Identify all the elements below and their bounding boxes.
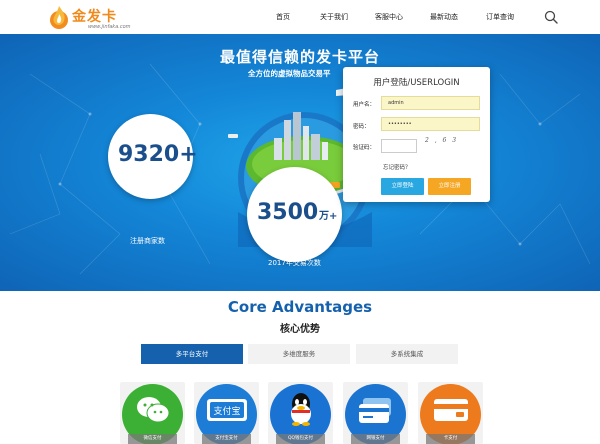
hero-banner: 最值得信赖的发卡平台 全方位的虚拟物品交易平 9320+ 注册商家数 3500 … [0,34,600,291]
captcha-image[interactable]: 2 , 6 3 [425,137,465,153]
password-input[interactable]: •••••••• [381,117,480,131]
alipay-icon: 支付宝 [207,399,247,421]
payment-card-bank[interactable]: 网银支付 [343,382,408,444]
register-button[interactable]: 立即注册 [428,178,471,195]
merchant-stat-circle: 9320+ [108,114,198,199]
nav-home[interactable]: 首页 [276,12,290,22]
transaction-count: 3500 [257,200,319,225]
nav-news[interactable]: 最新动态 [430,12,458,22]
core-subtitle: 核心优势 [280,324,320,335]
payment-label-card: 卡支付 [426,434,475,444]
hero-subtitle: 全方位的虚拟物品交易平 [248,69,331,78]
wechat-icon [137,397,170,423]
payment-card-card[interactable]: 卡支付 [418,382,483,444]
svg-text:支付宝: 支付宝 [213,405,240,417]
payment-card-qq[interactable]: QQ钱包支付 [268,382,333,444]
header: 金发卡 www.jinfaka.com 首页 关于我们 客服中心 最新动态 订单… [0,0,600,34]
logo-url: www.jinfaka.com [88,24,131,30]
merchant-count: 9320+ [118,142,198,167]
search-icon[interactable] [544,10,558,24]
forgot-password-link[interactable]: 忘记密码？ [383,163,411,171]
merchant-count-label: 注册商家数 [130,237,165,245]
password-label: 密码： [353,124,370,130]
nav-service[interactable]: 客服中心 [375,12,403,22]
qq-penguin-icon [291,393,311,426]
transaction-count-label: 2017年交易次数 [268,259,321,267]
payment-label-alipay: 支付宝支付 [202,434,251,444]
core-title: Core Advantages [227,298,373,316]
username-label: 用户名： [353,102,376,108]
card-payment-icon [434,399,468,421]
transaction-count-unit: 万+ [319,211,338,222]
tab-multi-platform-payment[interactable]: 多平台支付 [141,344,243,364]
payment-label-wechat: 微信支付 [128,434,177,444]
captcha-input[interactable] [381,139,417,153]
tab-multi-dimension-service[interactable]: 多维度服务 [248,344,350,364]
payment-label-qq: QQ钱包支付 [276,434,325,444]
login-panel: 用户登陆/USERLOGIN 用户名： admin 密码： •••••••• 验… [343,67,490,202]
captcha-label: 验证码： [353,145,376,151]
payment-card-alipay[interactable]: 支付宝 支付宝支付 [194,382,259,444]
tab-multi-system-integration[interactable]: 多系统集成 [356,344,458,364]
username-input[interactable]: admin [381,96,480,110]
nav-about[interactable]: 关于我们 [320,12,348,22]
hero-title: 最值得信赖的发卡平台 [219,48,380,66]
login-button[interactable]: 立即登陆 [381,178,424,195]
payment-label-bank: 网银支付 [351,434,400,444]
main-nav: 首页 关于我们 客服中心 最新动态 订单查询 [0,12,600,24]
nav-order-query[interactable]: 订单查询 [486,12,514,22]
transaction-stat-circle: 3500 万+ [247,167,342,262]
bank-card-icon [359,398,391,423]
payment-card-wechat[interactable]: 微信支付 [120,382,185,444]
login-title: 用户登陆/USERLOGIN [373,78,460,88]
